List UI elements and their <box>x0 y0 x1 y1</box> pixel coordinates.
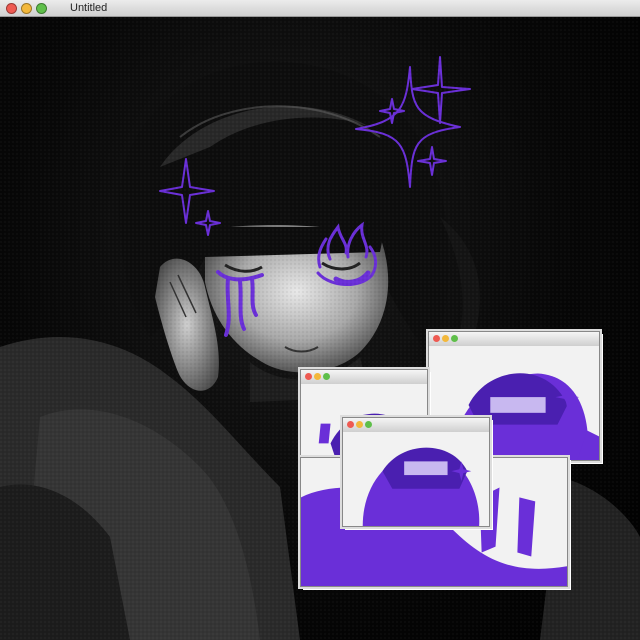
mini-window-titlebar <box>429 332 599 347</box>
zoom-button[interactable] <box>36 3 47 14</box>
mini-window-image <box>343 432 489 526</box>
image-canvas <box>0 17 640 640</box>
close-button[interactable] <box>6 3 17 14</box>
title-bar: Untitled <box>0 0 640 17</box>
window-title: Untitled <box>70 2 108 14</box>
minimize-button[interactable] <box>21 3 32 14</box>
mini-window-front <box>342 417 490 527</box>
window-controls <box>6 3 47 14</box>
mini-window-titlebar <box>343 418 489 433</box>
mini-window-titlebar <box>301 370 427 385</box>
